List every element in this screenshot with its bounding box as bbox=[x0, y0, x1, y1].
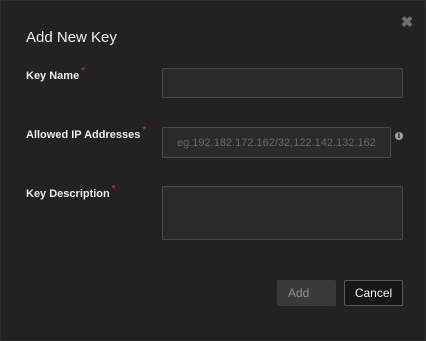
key-name-label-text: Key Name bbox=[26, 70, 80, 82]
key-name-label: Key Name * bbox=[26, 66, 85, 82]
allowed-ip-input[interactable] bbox=[162, 127, 391, 158]
key-description-label: Key Description * bbox=[26, 184, 116, 200]
required-asterisk: * bbox=[111, 184, 116, 195]
key-name-input[interactable] bbox=[162, 68, 403, 98]
dialog-title: Add New Key bbox=[26, 29, 117, 46]
cancel-button[interactable]: Cancel bbox=[344, 280, 403, 306]
allowed-ip-label-text: Allowed IP Addresses bbox=[26, 129, 141, 141]
add-button[interactable]: Add bbox=[277, 280, 336, 306]
add-key-dialog: ✖ Add New Key Key Name * Allowed IP Addre… bbox=[0, 0, 426, 341]
allowed-ip-label: Allowed IP Addresses * bbox=[26, 125, 146, 141]
info-icon[interactable]: i bbox=[395, 132, 403, 140]
key-description-label-text: Key Description bbox=[26, 188, 110, 200]
required-asterisk: * bbox=[81, 66, 86, 77]
key-description-textarea[interactable] bbox=[162, 186, 403, 240]
required-asterisk: * bbox=[142, 125, 147, 136]
close-icon[interactable]: ✖ bbox=[399, 15, 415, 31]
